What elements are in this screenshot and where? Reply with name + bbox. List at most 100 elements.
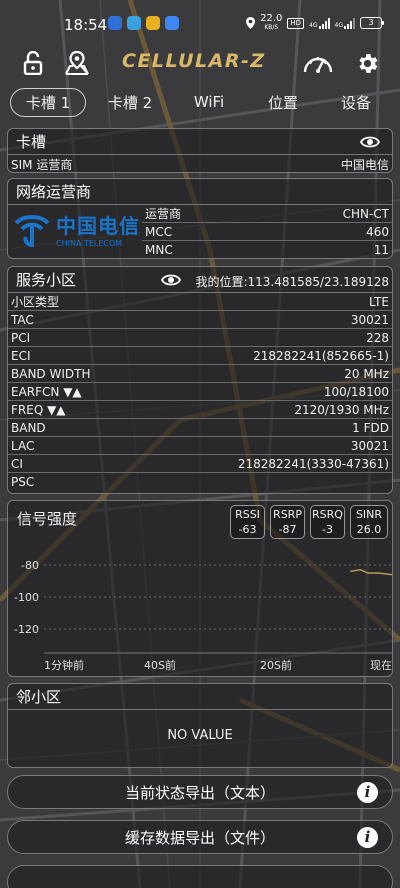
lac-value: 30021 xyxy=(350,438,389,453)
app-notification-icon xyxy=(108,16,122,30)
rsrp-chip: RSRP -87 xyxy=(270,505,305,539)
notification-icons xyxy=(108,16,179,30)
export-status-text-label: 当前状态导出（文本） xyxy=(124,783,275,802)
battery-icon: 3 xyxy=(360,17,384,29)
x-tick-label: 现在 xyxy=(370,659,392,672)
serving-cell-panel: 服务小区 我的位置:113.481585/23.189128 小区类型 LTE T… xyxy=(7,266,393,494)
next-action-button[interactable] xyxy=(7,865,393,888)
sim1-signal-icon: 4G xyxy=(309,17,330,29)
tac-label: TAC xyxy=(11,312,34,327)
eci-label: ECI xyxy=(11,348,31,363)
status-time: 18:54 xyxy=(64,16,108,34)
band-label: BAND xyxy=(11,420,46,435)
x-tick-label: 1分钟前 xyxy=(44,658,84,672)
rsrq-chip: RSRQ -3 xyxy=(310,505,345,539)
sinr-value: 26.0 xyxy=(356,523,382,536)
settings-gear-icon[interactable] xyxy=(354,50,380,76)
freq-value: 2120/1930 MHz xyxy=(294,402,389,417)
tab-device[interactable]: 设备 xyxy=(322,92,390,113)
pci-value: 228 xyxy=(366,330,389,345)
network-operator-header: 网络运营商 xyxy=(8,179,392,205)
eye-icon[interactable] xyxy=(360,135,380,149)
app-notification-icon xyxy=(165,16,179,30)
net-speed-unit: KB/S xyxy=(264,24,279,31)
tab-bar: 卡槽 1 卡槽 2 WiFi 位置 设备 xyxy=(10,87,390,117)
x-tick-label: 20S前 xyxy=(260,658,292,672)
rsrp-label: RSRP xyxy=(273,508,302,521)
sim-card-header: 卡槽 xyxy=(8,129,392,155)
status-bar: 18:54 22.0 KB/S HD 4G 4G 3 xyxy=(0,0,400,48)
sim2-type: 4G xyxy=(334,21,343,29)
bandwidth-value: 20 MHz xyxy=(344,366,389,381)
app-notification-icon xyxy=(146,16,160,30)
export-status-text-button[interactable]: 当前状态导出（文本） i xyxy=(7,775,393,809)
network-operator-title: 网络运营商 xyxy=(16,183,92,201)
net-speed: 22.0 KB/S xyxy=(260,14,282,32)
network-operator-panel: 网络运营商 中国电信 CHINA TELECOM 运营商 CHN-CT MCC … xyxy=(7,178,393,259)
location-pin-icon xyxy=(246,17,256,29)
telecom-emblem-icon xyxy=(14,215,50,248)
mnc-value: 11 xyxy=(373,243,389,257)
tab-location[interactable]: 位置 xyxy=(244,92,322,113)
speedometer-icon[interactable] xyxy=(302,50,334,76)
export-cache-file-button[interactable]: 缓存数据导出（文件） i xyxy=(7,820,393,854)
app-logo: CELLULAR-Z xyxy=(122,50,266,72)
pci-label: PCI xyxy=(11,330,31,345)
table-row: BAND WIDTH 20 MHz xyxy=(8,365,392,383)
signal-strength-panel: 信号强度 RSSI -63 RSRP -87 RSRQ -3 SINR 26.0 -80… xyxy=(7,500,393,677)
y-tick-label: -120 xyxy=(14,623,39,636)
my-location: 我的位置:113.481585/23.189128 xyxy=(195,275,389,289)
operator-value: CHN-CT xyxy=(342,206,389,221)
table-row: CI 218282241(3330-47361) xyxy=(8,455,392,473)
mnc-row: MNC 11 xyxy=(142,241,392,258)
mcc-row: MCC 460 xyxy=(142,223,392,241)
unlock-icon[interactable] xyxy=(20,50,46,76)
sim-operator-row: SIM 运营商 中国电信 xyxy=(8,155,392,172)
signal-strength-title: 信号强度 xyxy=(17,510,78,528)
table-row[interactable]: EARFCN ▼▲ 100/18100 xyxy=(8,383,392,401)
ci-value: 218282241(3330-47361) xyxy=(237,456,389,471)
sim-card-title: 卡槽 xyxy=(16,133,47,151)
tab-wifi[interactable]: WiFi xyxy=(174,93,244,111)
hd-badge: HD xyxy=(287,17,305,29)
eci-value: 218282241(852665-1) xyxy=(253,348,389,363)
net-speed-value: 22.0 xyxy=(260,13,283,24)
lac-label: LAC xyxy=(11,438,35,453)
signal-series-line xyxy=(350,569,392,576)
table-row[interactable]: FREQ ▼▲ 2120/1930 MHz xyxy=(8,401,392,419)
cell-type-label: 小区类型 xyxy=(11,295,60,309)
y-tick-label: -100 xyxy=(14,591,39,604)
rsrq-label: RSRQ xyxy=(312,508,343,521)
info-icon[interactable]: i xyxy=(357,782,378,803)
sim1-type: 4G xyxy=(309,21,318,29)
status-indicators: 22.0 KB/S HD 4G 4G 3 xyxy=(246,14,384,32)
telecom-logo-en: CHINA TELECOM xyxy=(56,239,123,248)
tab-sim1[interactable]: 卡槽 1 xyxy=(10,87,86,117)
table-row: BAND 1 FDD xyxy=(8,419,392,437)
earfcn-value: 100/18100 xyxy=(323,384,389,399)
eye-icon[interactable] xyxy=(161,273,181,287)
rssi-chip: RSSI -63 xyxy=(230,505,265,539)
x-tick-label: 40S前 xyxy=(144,658,176,672)
operator-label: 运营商 xyxy=(145,207,182,221)
table-row: TAC 30021 xyxy=(8,311,392,329)
operator-row: 运营商 CHN-CT xyxy=(142,205,392,223)
tab-sim2[interactable]: 卡槽 2 xyxy=(86,92,174,113)
map-location-icon[interactable] xyxy=(64,50,90,76)
tac-value: 30021 xyxy=(350,312,389,327)
signal-chart: -80 -100 -120 1分钟前 40S前 20S前 现在 xyxy=(14,559,392,672)
sim-card-panel: 卡槽 SIM 运营商 中国电信 xyxy=(7,128,393,173)
sinr-chip: SINR 26.0 xyxy=(350,505,388,539)
neighbor-cell-title: 邻小区 xyxy=(16,688,62,706)
info-icon[interactable]: i xyxy=(357,827,378,848)
export-cache-file-label: 缓存数据导出（文件） xyxy=(124,828,275,847)
earfcn-label[interactable]: EARFCN ▼▲ xyxy=(11,385,82,399)
bandwidth-label: BAND WIDTH xyxy=(11,366,91,381)
qq-notification-icon xyxy=(127,16,141,30)
sinr-label: SINR xyxy=(355,508,383,521)
rssi-value: -63 xyxy=(238,523,257,536)
psc-label: PSC xyxy=(11,475,35,489)
serving-cell-title: 服务小区 xyxy=(16,271,77,289)
table-row: LAC 30021 xyxy=(8,437,392,455)
freq-label[interactable]: FREQ ▼▲ xyxy=(11,403,66,417)
